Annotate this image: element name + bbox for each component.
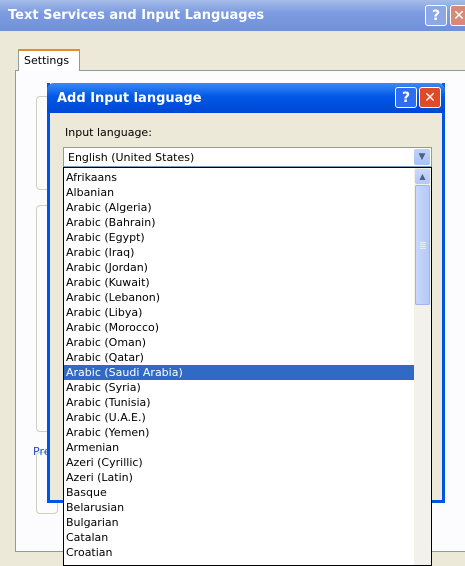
language-list-item[interactable]: Arabic (Lebanon) [64, 290, 414, 305]
language-list-item[interactable]: Basque [64, 485, 414, 500]
chevron-down-icon[interactable]: ▼ [414, 149, 430, 165]
input-language-value: English (United States) [68, 151, 195, 164]
language-list-item[interactable]: Albanian [64, 185, 414, 200]
language-list: Afrikaans Albanian Arabic (Algeria) Arabic … [64, 170, 414, 560]
language-list-item[interactable]: Azeri (Latin) [64, 470, 414, 485]
language-list-item[interactable]: Azeri (Cyrillic) [64, 455, 414, 470]
language-list-item[interactable]: Arabic (Syria) [64, 380, 414, 395]
language-list-item[interactable]: Arabic (Qatar) [64, 350, 414, 365]
language-list-item[interactable]: Bulgarian [64, 515, 414, 530]
scroll-up-arrow-icon[interactable]: ▲ [415, 169, 430, 184]
dialog-close-button[interactable]: ✕ [419, 87, 441, 108]
language-list-item[interactable]: Arabic (Iraq) [64, 245, 414, 260]
input-language-combobox[interactable]: English (United States) ▼ [63, 147, 432, 167]
language-list-item[interactable]: Arabic (Saudi Arabia) [64, 365, 414, 380]
language-list-item[interactable]: Arabic (Morocco) [64, 320, 414, 335]
scroll-thumb[interactable] [415, 185, 430, 305]
dialog-titlebar[interactable]: Add Input language ? ✕ [47, 83, 445, 113]
tab-settings[interactable]: Settings [18, 49, 80, 71]
language-list-item[interactable]: Arabic (Algeria) [64, 200, 414, 215]
outer-window-title: Text Services and Input Languages [8, 8, 265, 23]
language-list-item[interactable]: Arabic (Jordan) [64, 260, 414, 275]
language-list-item[interactable]: Arabic (Yemen) [64, 425, 414, 440]
input-language-dropdown-list[interactable]: Afrikaans Albanian Arabic (Algeria) Arabic … [63, 167, 432, 566]
dialog-help-button[interactable]: ? [395, 87, 417, 108]
language-list-item[interactable]: Arabic (Libya) [64, 305, 414, 320]
outer-close-button[interactable]: ✕ [450, 5, 465, 26]
language-list-item[interactable]: Belarusian [64, 500, 414, 515]
language-list-item[interactable]: Arabic (U.A.E.) [64, 410, 414, 425]
outer-help-button[interactable]: ? [425, 5, 447, 26]
language-list-item[interactable]: Croatian [64, 545, 414, 560]
language-list-item[interactable]: Armenian [64, 440, 414, 455]
language-list-item[interactable]: Afrikaans [64, 170, 414, 185]
language-list-item[interactable]: Catalan [64, 530, 414, 545]
language-list-item[interactable]: Arabic (Tunisia) [64, 395, 414, 410]
input-language-label: Input language: [65, 126, 152, 139]
language-list-item[interactable]: Arabic (Egypt) [64, 230, 414, 245]
language-list-item[interactable]: Arabic (Bahrain) [64, 215, 414, 230]
language-list-item[interactable]: Arabic (Oman) [64, 335, 414, 350]
language-list-item[interactable]: Arabic (Kuwait) [64, 275, 414, 290]
outer-window-titlebar[interactable]: Text Services and Input Languages ? ✕ [0, 0, 465, 31]
dialog-title: Add Input language [57, 91, 202, 106]
list-scrollbar[interactable]: ▲ [414, 168, 431, 565]
